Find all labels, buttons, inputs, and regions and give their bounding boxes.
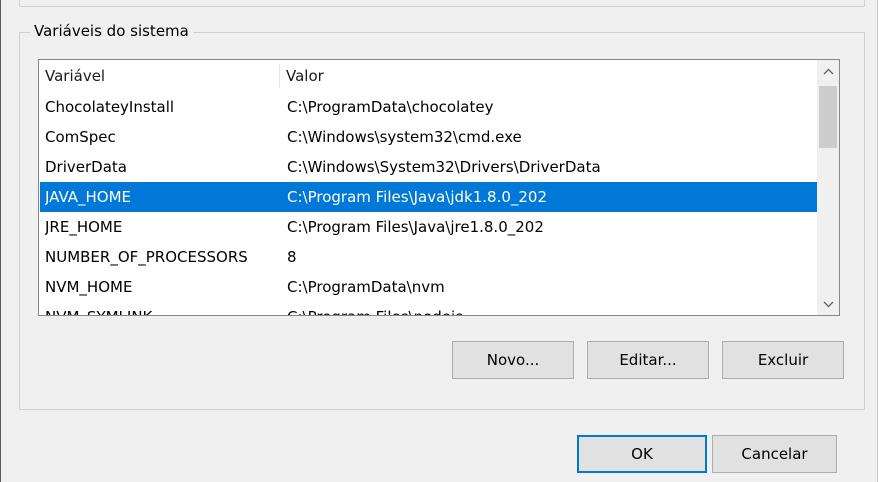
variable-name: NVM_SYMLINK xyxy=(45,302,279,315)
delete-button[interactable]: Excluir xyxy=(722,341,844,379)
edit-button[interactable]: Editar... xyxy=(587,341,709,379)
table-row[interactable]: DriverData C:\Windows\System32\Drivers\D… xyxy=(40,152,817,182)
variable-value: C:\ProgramData\nvm xyxy=(287,278,445,296)
cancel-button[interactable]: Cancelar xyxy=(712,435,837,473)
new-button[interactable]: Novo... xyxy=(452,341,574,379)
scroll-up-button[interactable] xyxy=(817,60,839,82)
scroll-down-button[interactable] xyxy=(817,293,839,315)
variable-value: C:\Program Files\nodejs xyxy=(287,302,815,315)
chevron-down-icon xyxy=(823,297,834,311)
variable-name: JAVA_HOME xyxy=(45,188,132,206)
ok-button[interactable]: OK xyxy=(577,435,707,473)
table-row[interactable]: NVM_SYMLINK C:\Program Files\nodejs xyxy=(40,302,817,315)
vertical-scrollbar[interactable] xyxy=(817,60,839,315)
variable-name: ChocolateyInstall xyxy=(45,98,175,116)
table-row[interactable]: ChocolateyInstall C:\ProgramData\chocola… xyxy=(40,92,817,122)
user-variables-group-bottom xyxy=(19,0,865,7)
table-row[interactable]: JRE_HOME C:\Program Files\Java\jre1.8.0_… xyxy=(40,212,817,242)
chevron-up-icon xyxy=(823,64,834,78)
variable-value: C:\Program Files\Java\jre1.8.0_202 xyxy=(287,218,544,236)
window-edge-left xyxy=(0,0,1,482)
variable-value: C:\Windows\System32\Drivers\DriverData xyxy=(287,158,601,176)
table-row[interactable]: ComSpec C:\Windows\system32\cmd.exe xyxy=(40,122,817,152)
column-header-variable[interactable]: Variável xyxy=(39,60,105,92)
table-row[interactable]: NUMBER_OF_PROCESSORS 8 xyxy=(40,242,817,272)
variable-name: ComSpec xyxy=(45,128,116,146)
variable-name: NUMBER_OF_PROCESSORS xyxy=(45,248,248,266)
table-row[interactable]: NVM_HOME C:\ProgramData\nvm xyxy=(40,272,817,302)
variable-name: DriverData xyxy=(45,158,127,176)
variable-value: C:\Windows\system32\cmd.exe xyxy=(287,128,522,146)
variable-name: NVM_HOME xyxy=(45,278,133,296)
variable-name: JRE_HOME xyxy=(45,218,123,236)
scrollbar-thumb[interactable] xyxy=(819,86,837,148)
variable-value: C:\Program Files\Java\jdk1.8.0_202 xyxy=(287,188,548,206)
column-header-value[interactable]: Valor xyxy=(280,60,324,92)
table-row-selected[interactable]: JAVA_HOME C:\Program Files\Java\jdk1.8.0… xyxy=(40,182,817,212)
system-variables-title: Variáveis do sistema xyxy=(30,21,193,41)
variable-value: C:\ProgramData\chocolatey xyxy=(287,98,494,116)
list-header: Variável Valor xyxy=(39,60,816,92)
system-variables-list[interactable]: Variável Valor ChocolateyInstall C:\Prog… xyxy=(38,59,840,316)
variable-value: 8 xyxy=(287,248,297,266)
